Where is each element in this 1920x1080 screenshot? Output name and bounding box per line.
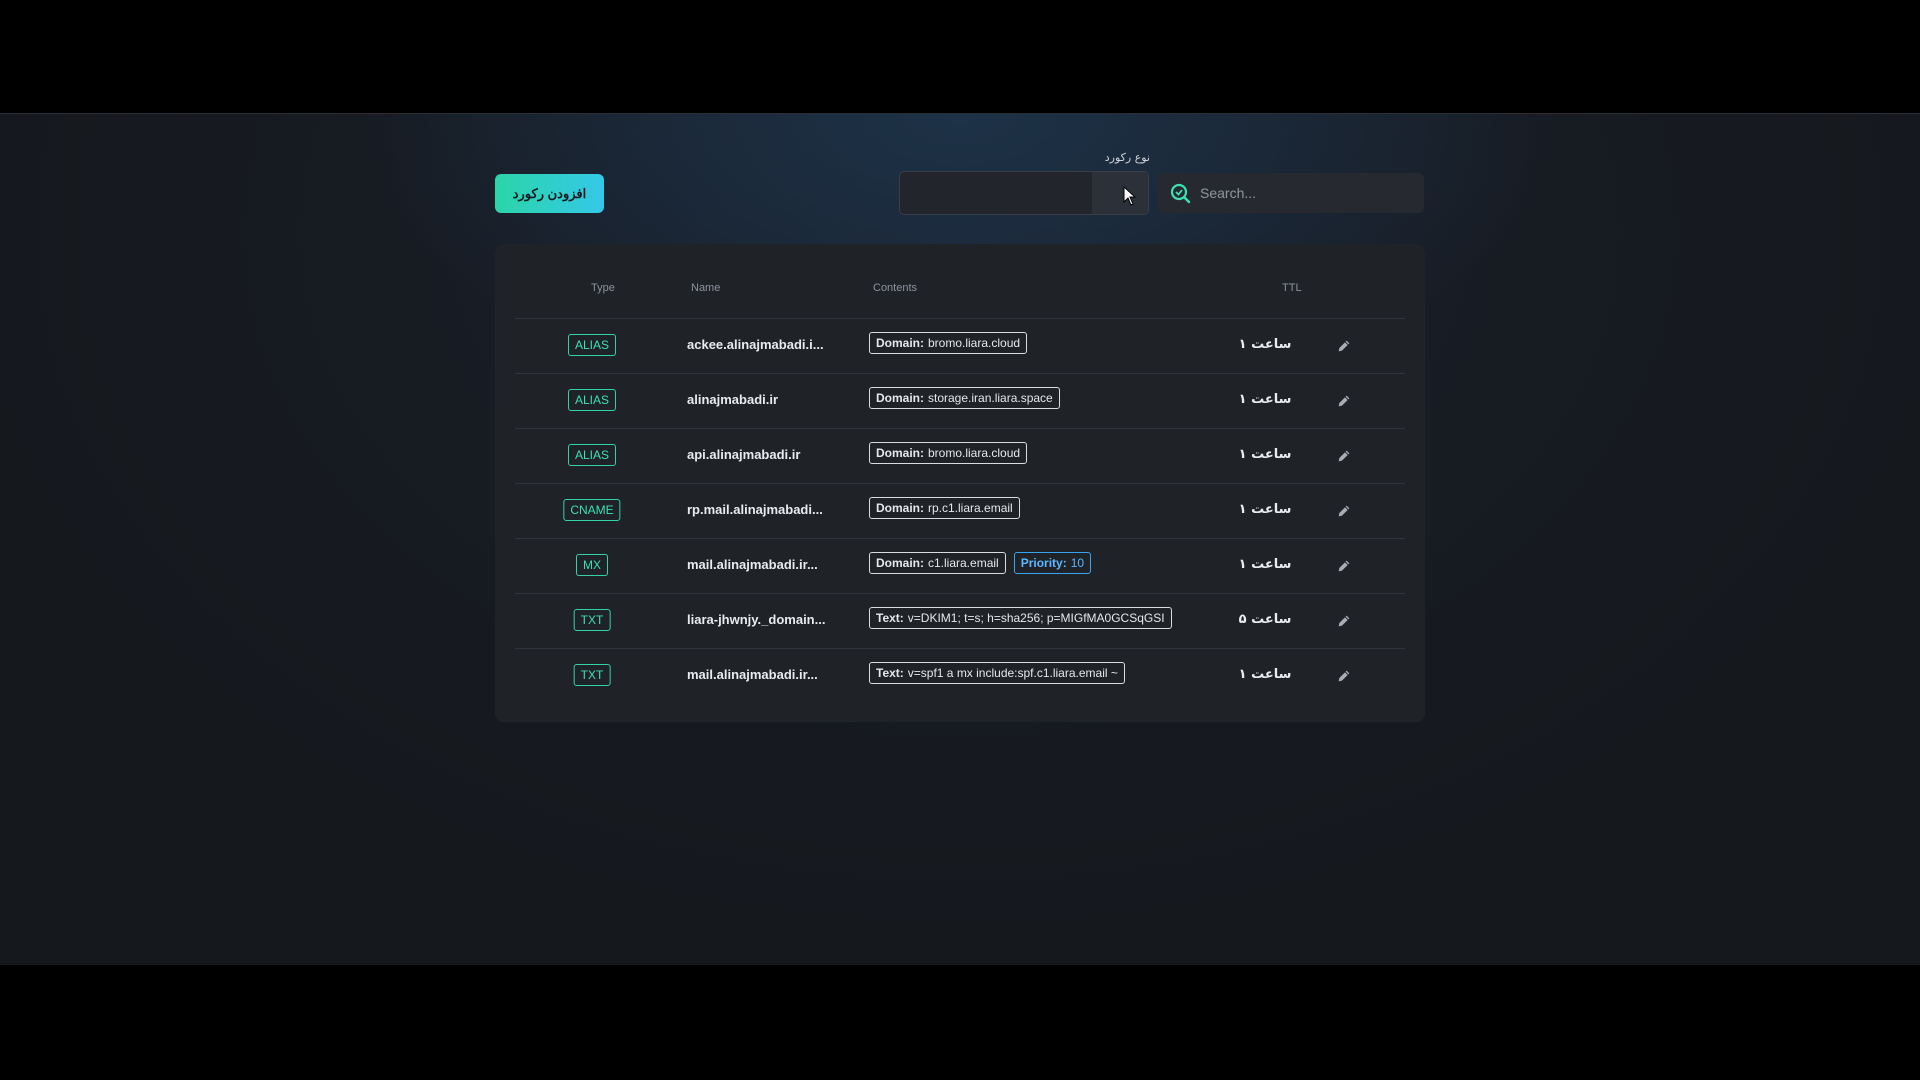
record-type-badge: ALIAS	[567, 389, 617, 411]
record-name: mail.alinajmabadi.ir...	[687, 557, 818, 572]
record-type-label: نوع رکورد	[1104, 151, 1150, 164]
record-name: alinajmabadi.ir	[687, 392, 779, 407]
content-chip: Domain: c1.liara.email	[869, 552, 1006, 574]
pencil-icon	[1338, 340, 1350, 352]
record-contents: Domain: rp.c1.liara.email	[869, 497, 1020, 519]
records-table: Type Name Contents TTL ALIAS ackee.alinaj…	[495, 244, 1425, 722]
record-type-badge: TXT	[573, 664, 611, 686]
edit-record-button[interactable]	[1333, 555, 1355, 577]
content-chip: Domain: bromo.liara.cloud	[869, 442, 1028, 464]
column-header-contents: Contents	[873, 282, 918, 294]
record-type-badge: TXT	[573, 609, 611, 631]
content-key: Priority:	[1020, 556, 1067, 570]
content-value: 10	[1070, 556, 1085, 570]
content-chip: Domain: rp.c1.liara.email	[869, 497, 1020, 519]
pencil-icon	[1338, 670, 1350, 682]
search-input[interactable]	[1200, 185, 1410, 201]
table-row: MX mail.alinajmabadi.ir... Domain: c1.liara…	[515, 538, 1405, 593]
record-contents: Text: v=DKIM1; t=s; h=sha256; p=MIGfMA0GC…	[869, 607, 1172, 629]
record-name: liara-jhwnjy._domain...	[687, 612, 826, 627]
record-ttl: ۱ ساعت	[1238, 392, 1292, 407]
record-ttl: ۱ ساعت	[1238, 667, 1292, 682]
table-row: TXT liara-jhwnjy._domain... Text: v=DKIM1; …	[515, 593, 1405, 648]
record-contents: Domain: c1.liara.email Priority: 10	[869, 552, 1092, 574]
record-type-badge: MX	[576, 554, 608, 576]
column-header-name: Name	[691, 282, 721, 294]
content-value: bromo.liara.cloud	[928, 446, 1021, 460]
content-key: Text:	[876, 611, 904, 625]
select-dropdown-toggle[interactable]	[1092, 172, 1148, 214]
content-key: Text:	[876, 666, 904, 680]
content-value: v=spf1 a mx include:spf.c1.liara.email ~	[907, 666, 1118, 680]
record-ttl: ۱ ساعت	[1238, 502, 1292, 517]
content-chip: Priority: 10	[1013, 552, 1092, 574]
content-key: Domain:	[876, 501, 924, 515]
record-name: ackee.alinajmabadi.i...	[687, 337, 824, 352]
pencil-icon	[1338, 395, 1350, 407]
table-row: TXT mail.alinajmabadi.ir... Text: v=spf1 a …	[515, 648, 1405, 703]
edit-record-button[interactable]	[1333, 610, 1355, 632]
record-name: mail.alinajmabadi.ir...	[687, 667, 818, 682]
record-ttl: ۵ ساعت	[1238, 612, 1292, 627]
column-header-type: Type	[591, 282, 615, 294]
content-key: Domain:	[876, 556, 924, 570]
record-contents: Domain: bromo.liara.cloud	[869, 332, 1028, 354]
content-value: v=DKIM1; t=s; h=sha256; p=MIGfMA0GCSqGSI	[907, 611, 1165, 625]
edit-record-button[interactable]	[1333, 390, 1355, 412]
content-key: Domain:	[876, 446, 924, 460]
edit-record-button[interactable]	[1333, 445, 1355, 467]
record-ttl: ۱ ساعت	[1238, 557, 1292, 572]
content-chip: Domain: bromo.liara.cloud	[869, 332, 1028, 354]
pencil-icon	[1338, 450, 1350, 462]
content-chip: Domain: storage.iran.liara.space	[869, 387, 1060, 409]
record-type-badge: ALIAS	[567, 444, 617, 466]
edit-record-button[interactable]	[1333, 665, 1355, 687]
record-type-badge: ALIAS	[567, 334, 617, 356]
edit-record-button[interactable]	[1333, 500, 1355, 522]
search-icon	[1170, 183, 1191, 204]
column-header-ttl: TTL	[1282, 282, 1302, 294]
content-chip: Text: v=DKIM1; t=s; h=sha256; p=MIGfMA0GC…	[869, 607, 1172, 629]
table-header: Type Name Contents TTL	[515, 244, 1405, 318]
content-key: Domain:	[876, 336, 924, 350]
record-contents: Domain: bromo.liara.cloud	[869, 442, 1028, 464]
add-record-button[interactable]: افزودن رکورد	[495, 174, 604, 213]
content-value: bromo.liara.cloud	[928, 336, 1021, 350]
record-name: api.alinajmabadi.ir	[687, 447, 801, 462]
record-ttl: ۱ ساعت	[1238, 447, 1292, 462]
table-row: ALIAS alinajmabadi.ir Domain: storage.iran.…	[515, 373, 1405, 428]
content-key: Domain:	[876, 391, 924, 405]
record-contents: Domain: storage.iran.liara.space	[869, 387, 1060, 409]
pencil-icon	[1338, 560, 1350, 572]
edit-record-button[interactable]	[1333, 335, 1355, 357]
record-ttl: ۱ ساعت	[1238, 337, 1292, 352]
content-value: c1.liara.email	[928, 556, 999, 570]
search-box[interactable]	[1158, 173, 1424, 213]
table-body: ALIAS ackee.alinajmabadi.i... Domain: bromo…	[515, 318, 1405, 703]
content-chip: Text: v=spf1 a mx include:spf.c1.liara.em…	[869, 662, 1125, 684]
mouse-cursor-icon	[1123, 186, 1137, 206]
table-row: ALIAS ackee.alinajmabadi.i... Domain: bromo…	[515, 318, 1405, 373]
table-row: CNAME rp.mail.alinajmabadi... Domain: rp.c1…	[515, 483, 1405, 538]
content-value: storage.iran.liara.space	[928, 391, 1053, 405]
record-name: rp.mail.alinajmabadi...	[687, 502, 823, 517]
record-type-badge: CNAME	[563, 499, 621, 521]
record-contents: Text: v=spf1 a mx include:spf.c1.liara.em…	[869, 662, 1125, 684]
pencil-icon	[1338, 505, 1350, 517]
table-row: ALIAS api.alinajmabadi.ir Domain: bromo.lia…	[515, 428, 1405, 483]
record-type-select[interactable]	[899, 171, 1149, 215]
dns-records-page: افزودن رکورد نوع رکورد Type Name Content…	[0, 113, 1920, 965]
content-value: rp.c1.liara.email	[928, 501, 1013, 515]
pencil-icon	[1338, 615, 1350, 627]
